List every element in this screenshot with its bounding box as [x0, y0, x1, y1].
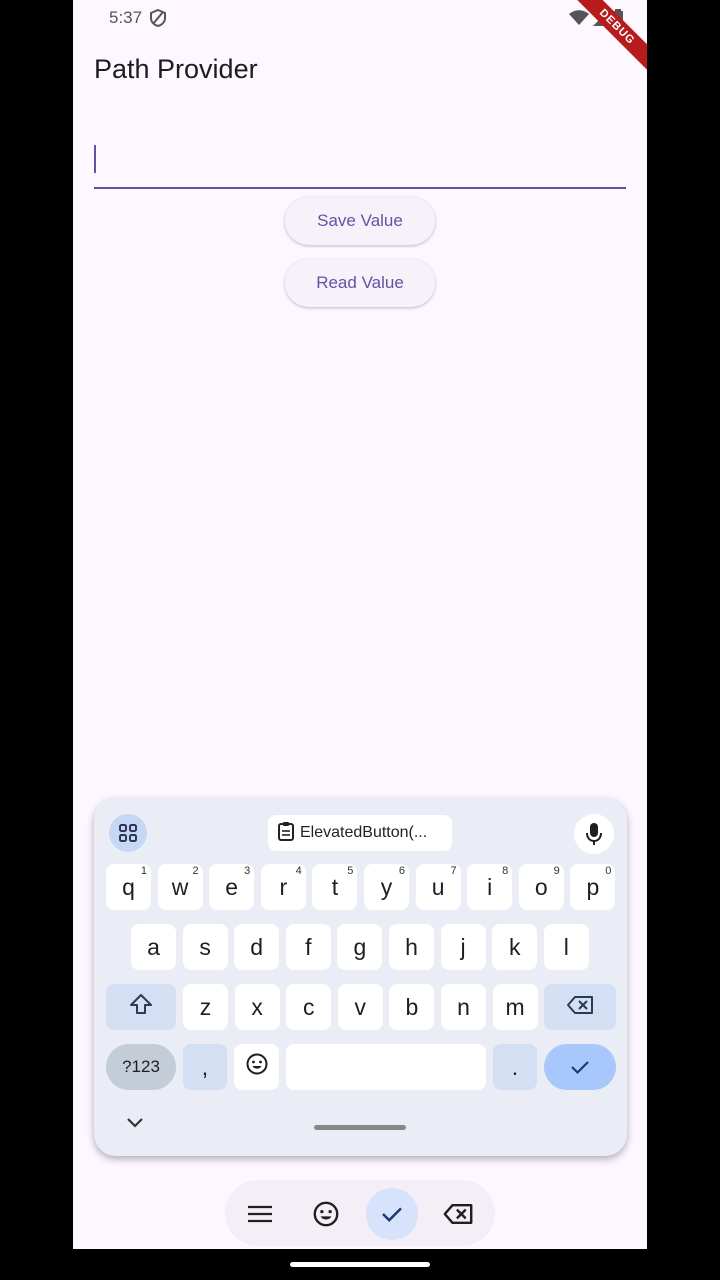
shift-icon: [129, 993, 153, 1021]
key-number-hint: 5: [347, 865, 354, 877]
key-n[interactable]: n: [441, 984, 486, 1030]
key-l[interactable]: l: [543, 924, 589, 970]
key-label: e: [225, 873, 239, 900]
gesture-navigation-bar[interactable]: [290, 1262, 430, 1267]
key-label: p: [586, 873, 600, 900]
save-value-button[interactable]: Save Value: [285, 197, 435, 245]
key-label: n: [457, 993, 470, 1020]
key-number-hint: 9: [553, 865, 560, 877]
apps-grid-icon[interactable]: [109, 814, 147, 852]
key-label: a: [147, 933, 160, 960]
backspace-icon[interactable]: [432, 1188, 484, 1240]
key-r[interactable]: r4: [260, 864, 306, 910]
key-label: r: [279, 873, 288, 900]
shift-key[interactable]: [106, 984, 176, 1030]
clipboard-suggestion[interactable]: ElevatedButton(...: [268, 815, 452, 851]
keyboard-drag-handle[interactable]: [314, 1125, 406, 1130]
key-label: z: [199, 993, 212, 1020]
key-u[interactable]: u7: [415, 864, 461, 910]
key-number-hint: 6: [398, 865, 405, 877]
symbols-key[interactable]: ?123: [106, 1044, 176, 1090]
key-label: w: [171, 873, 189, 900]
key-label: h: [405, 933, 418, 960]
key-b[interactable]: b: [389, 984, 435, 1030]
key-a[interactable]: a: [131, 924, 176, 970]
emoji-icon: [246, 1053, 268, 1081]
wifi-icon: [569, 9, 589, 31]
key-label: i: [487, 873, 493, 900]
mic-icon[interactable]: [574, 814, 614, 854]
key-p[interactable]: p0: [570, 864, 616, 910]
key-label: y: [380, 873, 393, 900]
key-label: k: [508, 933, 521, 960]
key-number-hint: 8: [502, 865, 509, 877]
key-v[interactable]: v: [337, 984, 383, 1030]
key-f[interactable]: f: [285, 924, 331, 970]
key-number-hint: 4: [295, 865, 302, 877]
key-label: j: [460, 933, 466, 960]
menu-icon[interactable]: [234, 1188, 286, 1240]
key-s[interactable]: s: [182, 924, 228, 970]
key-label: d: [250, 933, 264, 960]
page-title: Path Provider: [94, 54, 258, 84]
key-label: q: [122, 873, 135, 900]
key-i[interactable]: i8: [467, 864, 513, 910]
key-label: u: [431, 873, 445, 900]
key-number-hint: 7: [450, 865, 457, 877]
backspace-key[interactable]: [544, 984, 616, 1030]
key-label: x: [251, 993, 263, 1020]
value-text-field[interactable]: [94, 137, 626, 189]
clipboard-text: ElevatedButton(...: [300, 824, 428, 841]
key-z[interactable]: z: [183, 984, 228, 1030]
emoji-key[interactable]: [234, 1044, 279, 1090]
key-label: m: [505, 993, 525, 1020]
key-j[interactable]: j: [440, 924, 486, 970]
key-h[interactable]: h: [389, 924, 434, 970]
key-label: f: [305, 933, 312, 960]
key-t[interactable]: t5: [312, 864, 358, 910]
key-label: t: [331, 873, 339, 900]
status-bar: 5:37: [73, 0, 647, 36]
key-number-hint: 2: [192, 865, 199, 877]
key-d[interactable]: d: [234, 924, 280, 970]
backspace-icon: [566, 994, 594, 1021]
app-screen: 5:37 DEBUG Path Provider Save Value Read…: [73, 0, 647, 1249]
key-number-hint: 0: [605, 865, 612, 877]
keyboard-toolbar: ElevatedButton(...: [94, 798, 627, 864]
key-k[interactable]: k: [492, 924, 538, 970]
key-o[interactable]: o9: [518, 864, 564, 910]
key-w[interactable]: w2: [157, 864, 203, 910]
key-number-hint: 3: [244, 865, 251, 877]
done-key[interactable]: [544, 1044, 616, 1090]
key-label: b: [405, 993, 419, 1020]
key-g[interactable]: g: [337, 924, 383, 970]
key-x[interactable]: x: [234, 984, 280, 1030]
period-key[interactable]: .: [493, 1044, 537, 1090]
status-time: 5:37: [109, 8, 143, 27]
key-label: g: [353, 933, 367, 960]
text-caret: [94, 145, 96, 173]
soft-keyboard: ElevatedButton(... q1w2e3r4t5y6u7i8o9p0 …: [94, 798, 627, 1156]
key-label: o: [534, 873, 548, 900]
emoji-icon[interactable]: [300, 1188, 352, 1240]
check-icon[interactable]: [366, 1188, 418, 1240]
key-number-hint: 1: [140, 865, 147, 877]
clipboard-icon: [278, 821, 294, 846]
shield-icon: [150, 8, 166, 32]
read-value-button[interactable]: Read Value: [285, 259, 435, 307]
key-y[interactable]: y6: [364, 864, 409, 910]
check-icon: [570, 1054, 590, 1081]
key-label: v: [354, 993, 367, 1020]
key-q[interactable]: q1: [106, 864, 151, 910]
bottom-action-bar: [225, 1180, 495, 1246]
key-label: l: [563, 933, 569, 960]
chevron-down-icon[interactable]: [126, 1116, 144, 1134]
key-label: s: [199, 933, 211, 960]
key-c[interactable]: c: [286, 984, 332, 1030]
key-label: c: [302, 993, 315, 1020]
comma-key[interactable]: ,: [183, 1044, 227, 1090]
key-m[interactable]: m: [492, 984, 538, 1030]
key-e[interactable]: e3: [209, 864, 255, 910]
space-key[interactable]: [286, 1044, 486, 1090]
